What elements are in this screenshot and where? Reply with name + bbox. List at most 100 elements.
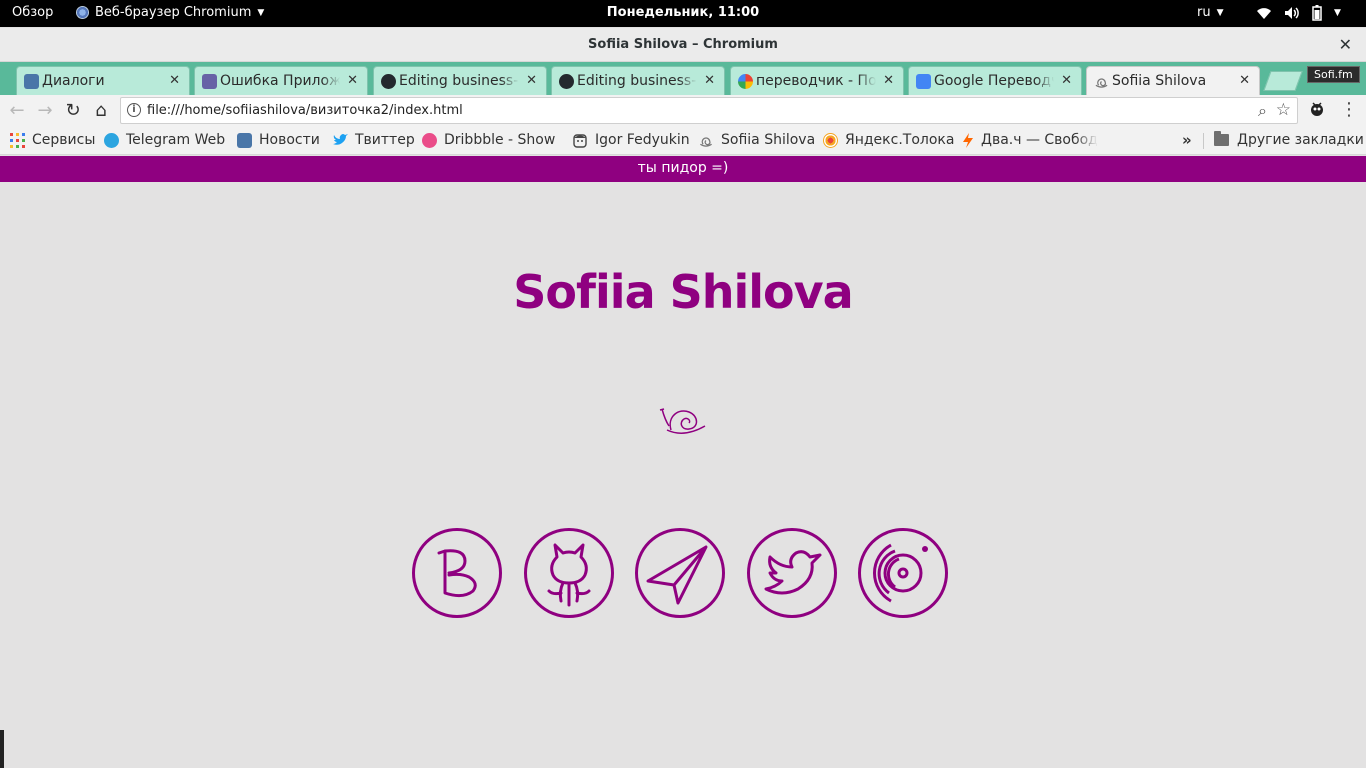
bookmarks-divider: [1203, 133, 1204, 149]
bookmark-label: Sofiia Shilova: [721, 132, 816, 148]
tab-app-error[interactable]: Ошибка Приложения ✕: [194, 66, 368, 95]
window-title-bar[interactable]: Sofiia Shilova – Chromium ✕: [0, 28, 1366, 62]
close-window-button[interactable]: ✕: [1339, 35, 1352, 54]
bookmark-dvach[interactable]: Два.ч — Свобод: [962, 132, 1100, 148]
battery-icon: [1312, 5, 1322, 21]
bookmark-label: Igor Fedyukin: [595, 132, 690, 148]
close-icon[interactable]: ✕: [704, 73, 715, 88]
back-button[interactable]: ←: [5, 99, 29, 123]
heroku-icon: [202, 74, 217, 89]
bookmark-label: Два.ч — Свобод: [981, 132, 1098, 148]
tab-label: Editing business-card: [399, 73, 519, 89]
tab-label: переводчик - Поиск: [756, 73, 876, 89]
volume-icon: [1285, 7, 1299, 19]
github-social-icon: [547, 543, 591, 607]
close-icon[interactable]: ✕: [883, 73, 894, 88]
telegram-social-icon: [646, 545, 708, 605]
tab-strip: Диалоги ✕ Ошибка Приложения ✕ Editing bu…: [0, 62, 1366, 95]
bookmark-sofiia-shilova[interactable]: Sofiia Shilova: [698, 132, 815, 148]
bookmark-yandex-toloka[interactable]: Яндекс.Толока: [823, 132, 954, 148]
social-links: [412, 528, 952, 620]
tab-label: Sofiia Shilova: [1112, 73, 1207, 89]
music-social-link[interactable]: [858, 528, 948, 618]
tab-google-translate[interactable]: Google Переводчик ✕: [908, 66, 1082, 95]
tab-label: Ошибка Приложения: [220, 73, 340, 89]
toloka-icon: [823, 132, 838, 148]
lightning-icon: [963, 132, 973, 148]
close-icon[interactable]: ✕: [1061, 73, 1072, 88]
bookmark-services[interactable]: Сервисы: [10, 132, 95, 148]
window-title: Sofiia Shilova – Chromium: [588, 37, 778, 52]
tab-label: Google Переводчик: [934, 73, 1054, 89]
bookmark-label: Новости: [259, 132, 320, 148]
tab-editing-business-card-2[interactable]: Editing business-card ✕: [551, 66, 725, 95]
google-icon: [738, 74, 753, 89]
tab-sofiia-shilova[interactable]: Sofiia Shilova ✕: [1086, 66, 1260, 95]
extension-icon[interactable]: [1308, 100, 1326, 118]
system-status-area[interactable]: ▼: [1256, 5, 1341, 21]
close-icon[interactable]: ✕: [526, 73, 537, 88]
bookmark-news[interactable]: Новости: [237, 132, 320, 148]
clock[interactable]: Понедельник, 11:00: [0, 5, 1366, 20]
bookmark-label: Сервисы: [32, 132, 96, 148]
dock-edge: [0, 730, 4, 768]
telegram-social-link[interactable]: [635, 528, 725, 618]
close-icon[interactable]: ✕: [169, 73, 180, 88]
bookmark-label: Dribbble - Show: [444, 132, 556, 148]
bookmark-label: Твиттер: [355, 132, 415, 148]
bookmark-star-icon[interactable]: ☆: [1276, 100, 1291, 120]
github-icon: [559, 74, 574, 89]
vk-social-icon: [437, 549, 477, 598]
tab-translator-search[interactable]: переводчик - Поиск ✕: [730, 66, 904, 95]
info-icon[interactable]: i: [127, 103, 141, 117]
tab-label: Editing business-card: [577, 73, 697, 89]
chevron-down-icon: ▼: [1334, 8, 1341, 18]
language-label: ru: [1197, 5, 1211, 20]
language-switcher[interactable]: ru ▼: [1197, 5, 1224, 20]
page-title: Sofiia Shilova: [513, 265, 853, 319]
snail-icon: [659, 408, 706, 434]
bookmark-label: Яндекс.Толока: [845, 132, 955, 148]
bookmarks-bar: Сервисы Telegram Web Новости Твиттер Dri…: [0, 127, 1366, 155]
tab-label: Диалоги: [42, 73, 105, 89]
reload-button[interactable]: ↻: [61, 99, 85, 123]
twitter-social-link[interactable]: [747, 528, 837, 618]
dribbble-icon: [422, 132, 437, 148]
bookmark-label: Telegram Web: [126, 132, 226, 148]
github-icon: [381, 74, 396, 89]
bookmark-twitter[interactable]: Твиттер: [332, 132, 415, 148]
zoom-icon[interactable]: ⌕: [1258, 101, 1267, 121]
address-bar[interactable]: i file:///home/sofiiashilova/визиточка2/…: [120, 97, 1298, 124]
music-social-icon: [873, 543, 928, 603]
browser-menu-icon[interactable]: ⋮: [1340, 99, 1358, 120]
other-bookmarks-folder[interactable]: Другие закладки: [1214, 131, 1364, 148]
extension-badge[interactable]: Sofi.fm: [1307, 66, 1360, 83]
other-bookmarks-label: Другие закладки: [1237, 132, 1364, 148]
tab-dialogs[interactable]: Диалоги ✕: [16, 66, 190, 95]
twitter-social-icon: [764, 550, 822, 595]
close-icon[interactable]: ✕: [1239, 73, 1250, 88]
wifi-icon: [1257, 8, 1271, 19]
close-icon[interactable]: ✕: [347, 73, 358, 88]
vk-icon: [237, 132, 252, 148]
telegram-icon: [104, 132, 119, 148]
bookmark-dribbble[interactable]: Dribbble - Show: [422, 132, 556, 148]
browser-toolbar: ← → ↻ ⌂ i file:///home/sofiiashilova/виз…: [0, 95, 1366, 127]
bookmark-igor-fedyukin[interactable]: Igor Fedyukin: [572, 132, 690, 148]
forward-button[interactable]: →: [33, 99, 57, 123]
bookmark-telegram-web[interactable]: Telegram Web: [104, 132, 225, 148]
vk-social-link[interactable]: [412, 528, 502, 618]
twitter-icon: [333, 134, 348, 145]
home-button[interactable]: ⌂: [89, 99, 113, 123]
snail-icon: [700, 137, 712, 147]
tab-editing-business-card-1[interactable]: Editing business-card ✕: [373, 66, 547, 95]
github-social-link[interactable]: [524, 528, 614, 618]
google-translate-icon: [916, 74, 931, 89]
page-banner: ты пидор =): [0, 156, 1366, 182]
chevron-down-icon: ▼: [1216, 7, 1224, 18]
chat-icon: [24, 74, 39, 89]
more-bookmarks-button[interactable]: »: [1182, 131, 1192, 149]
address-url[interactable]: file:///home/sofiiashilova/визиточка2/in…: [147, 103, 463, 118]
apps-grid-icon: [10, 132, 25, 148]
new-tab-button[interactable]: [1263, 71, 1303, 91]
